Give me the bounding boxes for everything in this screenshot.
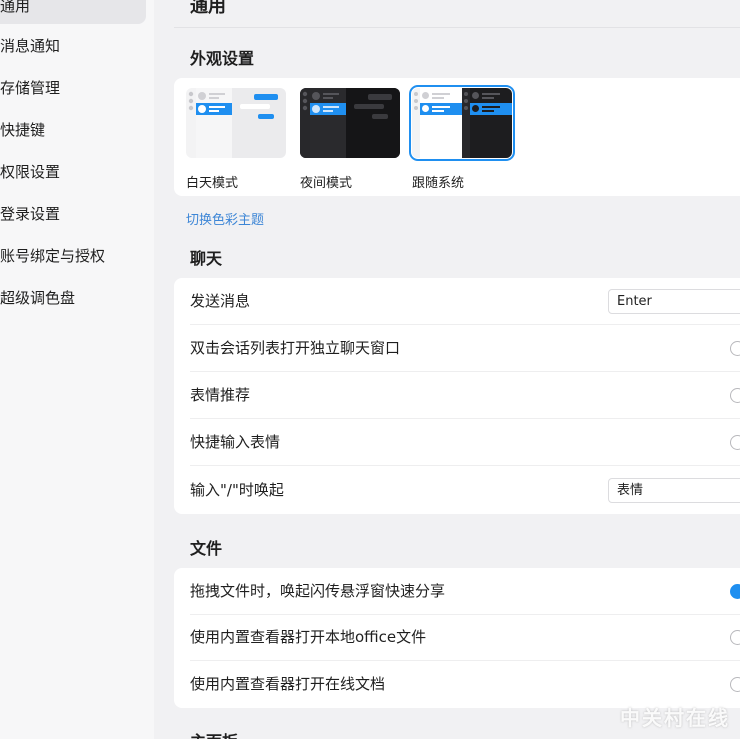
quick-emoji-input-toggle[interactable]: [730, 435, 740, 450]
sidebar-item-super-palette[interactable]: 超级调色盘: [0, 280, 146, 316]
setting-row-open-local-office: 使用内置查看器打开本地office文件: [190, 614, 740, 661]
watermark: 中关村在线: [620, 706, 730, 730]
setting-row-slash-invoke: 输入"/"时唤起 表情 ⌄: [190, 467, 740, 514]
drag-file-share-toggle[interactable]: [730, 584, 740, 599]
files-card: 拖拽文件时，唤起闪传悬浮窗快速分享 使用内置查看器打开本地office文件 使用…: [174, 568, 740, 708]
setting-label-open-local-office: 使用内置查看器打开本地office文件: [190, 628, 427, 646]
section-title-files: 文件: [190, 539, 223, 558]
theme-follow-system-label: 跟随系统: [412, 176, 465, 191]
setting-label-send-message: 发送消息: [190, 292, 251, 310]
title-divider: [174, 27, 740, 28]
setting-row-send-message: 发送消息 Enter ⌄: [190, 278, 740, 325]
sidebar-item-general[interactable]: 通用: [0, 0, 146, 24]
setting-row-quick-emoji-input: 快捷输入表情: [190, 419, 740, 466]
double-click-open-window-toggle[interactable]: [730, 341, 740, 356]
theme-dark-label: 夜间模式: [300, 176, 353, 191]
settings-main: 通用 外观设置 白天模式 夜间模式 跟随系统 切换色彩主题 聊天 发送消息 En…: [154, 0, 740, 739]
open-local-office-toggle[interactable]: [730, 630, 740, 645]
setting-label-double-click-open-window: 双击会话列表打开独立聊天窗口: [190, 339, 401, 357]
emoji-recommend-toggle[interactable]: [730, 388, 740, 403]
section-title-main-panel: 主面板: [190, 731, 238, 739]
theme-light[interactable]: 白天模式: [186, 88, 286, 191]
setting-label-drag-file-share: 拖拽文件时，唤起闪传悬浮窗快速分享: [190, 582, 446, 600]
row-divider: [190, 465, 740, 466]
send-message-select-value: Enter: [617, 294, 652, 309]
chat-card: 发送消息 Enter ⌄ 双击会话列表打开独立聊天窗口 表情推荐 快捷输入表情 …: [174, 278, 740, 514]
slash-invoke-select[interactable]: 表情 ⌄: [608, 478, 740, 503]
sidebar-item-notifications[interactable]: 消息通知: [0, 28, 146, 64]
setting-label-quick-emoji-input: 快捷输入表情: [190, 433, 281, 451]
setting-label-slash-invoke: 输入"/"时唤起: [190, 481, 284, 499]
sidebar-item-permissions[interactable]: 权限设置: [0, 154, 146, 190]
theme-dark-preview: [300, 88, 400, 158]
appearance-card: 白天模式 夜间模式 跟随系统: [174, 78, 740, 196]
switch-color-theme-link[interactable]: 切换色彩主题: [186, 209, 264, 228]
setting-row-double-click-open-window: 双击会话列表打开独立聊天窗口: [190, 325, 740, 372]
sidebar-item-login[interactable]: 登录设置: [0, 196, 146, 232]
sidebar-item-account-binding[interactable]: 账号绑定与授权: [0, 238, 146, 274]
sidebar: 通用 消息通知 存储管理 快捷键 权限设置 登录设置 账号绑定与授权 超级调色盘: [0, 0, 154, 739]
theme-dark-thumbnail[interactable]: [300, 88, 400, 158]
setting-row-open-online-doc: 使用内置查看器打开在线文档: [190, 661, 740, 708]
setting-label-open-online-doc: 使用内置查看器打开在线文档: [190, 675, 386, 693]
theme-follow-system-thumbnail[interactable]: [409, 85, 515, 161]
sidebar-item-storage[interactable]: 存储管理: [0, 70, 146, 106]
sidebar-item-shortcuts[interactable]: 快捷键: [0, 112, 146, 148]
setting-label-emoji-recommend: 表情推荐: [190, 386, 251, 404]
theme-dark[interactable]: 夜间模式: [300, 88, 400, 191]
theme-light-preview: [186, 88, 286, 158]
slash-invoke-select-value: 表情: [617, 483, 644, 498]
setting-row-emoji-recommend: 表情推荐: [190, 372, 740, 419]
page-title: 通用: [190, 0, 226, 17]
theme-follow-system[interactable]: 跟随系统: [409, 85, 515, 191]
theme-follow-system-preview: [412, 88, 512, 158]
section-title-chat: 聊天: [190, 249, 223, 268]
send-message-select[interactable]: Enter ⌄: [608, 289, 740, 314]
theme-light-thumbnail[interactable]: [186, 88, 286, 158]
open-online-doc-toggle[interactable]: [730, 677, 740, 692]
setting-row-drag-file-share: 拖拽文件时，唤起闪传悬浮窗快速分享: [190, 568, 740, 615]
section-title-appearance: 外观设置: [190, 49, 255, 68]
theme-light-label: 白天模式: [186, 176, 239, 191]
